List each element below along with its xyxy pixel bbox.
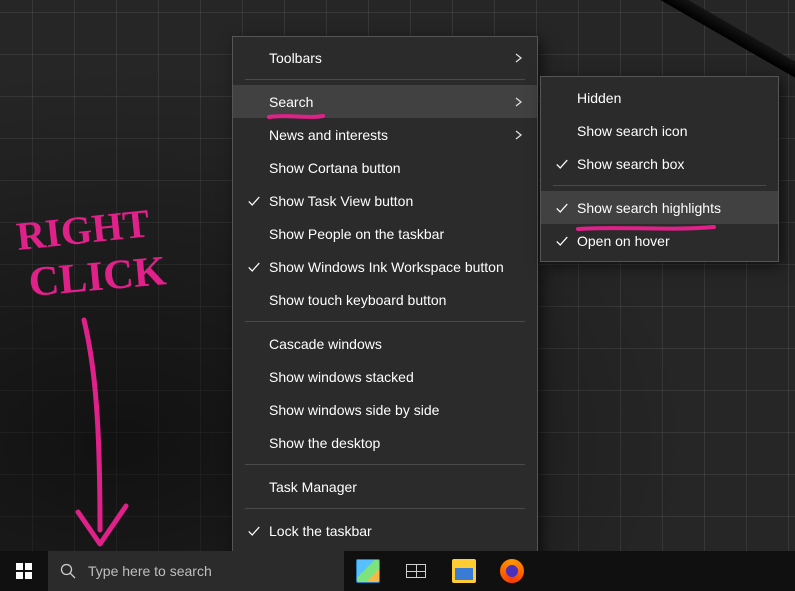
- check-icon: [243, 524, 265, 538]
- menu-item-search[interactable]: Search: [233, 85, 537, 118]
- check-icon: [551, 157, 573, 171]
- menu-item-label: Show windows side by side: [265, 402, 509, 418]
- photos-app-icon: [356, 559, 380, 583]
- menu-item-label: Show search highlights: [573, 200, 750, 216]
- check-icon: [551, 201, 573, 215]
- windows-logo-icon: [16, 563, 32, 579]
- menu-item-label: Show Task View button: [265, 193, 509, 209]
- menu-item-label: Show the desktop: [265, 435, 509, 451]
- menu-item-label: Cascade windows: [265, 336, 509, 352]
- menu-item-label: Lock the taskbar: [265, 523, 509, 539]
- taskbar-search-box[interactable]: Type here to search: [48, 551, 344, 591]
- menu-item-show-task-view-button[interactable]: Show Task View button: [233, 184, 537, 217]
- menu-item-label: Hidden: [573, 90, 750, 106]
- menu-item-open-on-hover[interactable]: Open on hover: [541, 224, 778, 257]
- menu-item-show-search-icon[interactable]: Show search icon: [541, 114, 778, 147]
- menu-item-label: Show Cortana button: [265, 160, 509, 176]
- menu-item-show-windows-ink-workspace-button[interactable]: Show Windows Ink Workspace button: [233, 250, 537, 283]
- start-button[interactable]: [0, 551, 48, 591]
- taskbar-app-explorer[interactable]: [440, 551, 488, 591]
- menu-item-show-cortana-button[interactable]: Show Cortana button: [233, 151, 537, 184]
- menu-item-show-windows-side-by-side[interactable]: Show windows side by side: [233, 393, 537, 426]
- menu-item-label: Show windows stacked: [265, 369, 509, 385]
- menu-item-label: Show search box: [573, 156, 750, 172]
- menu-item-label: Task Manager: [265, 479, 509, 495]
- menu-item-hidden[interactable]: Hidden: [541, 81, 778, 114]
- search-placeholder-text: Type here to search: [88, 563, 212, 579]
- chevron-right-icon: [509, 127, 523, 143]
- chevron-right-icon: [509, 94, 523, 110]
- file-explorer-icon: [452, 559, 476, 583]
- menu-item-show-touch-keyboard-button[interactable]: Show touch keyboard button: [233, 283, 537, 316]
- check-icon: [551, 234, 573, 248]
- menu-separator: [245, 508, 525, 509]
- task-view-icon: [406, 564, 426, 578]
- menu-item-cascade-windows[interactable]: Cascade windows: [233, 327, 537, 360]
- menu-separator: [245, 79, 525, 80]
- taskbar-app-firefox[interactable]: [488, 551, 536, 591]
- taskbar-task-view[interactable]: [392, 551, 440, 591]
- menu-item-toolbars[interactable]: Toolbars: [233, 41, 537, 74]
- menu-item-show-people-on-the-taskbar[interactable]: Show People on the taskbar: [233, 217, 537, 250]
- menu-item-label: Search: [265, 94, 509, 110]
- taskbar-pinned-apps: [344, 551, 536, 591]
- menu-item-news-and-interests[interactable]: News and interests: [233, 118, 537, 151]
- chevron-right-icon: [509, 50, 523, 66]
- firefox-icon: [500, 559, 524, 583]
- menu-item-label: Show search icon: [573, 123, 750, 139]
- menu-separator: [245, 464, 525, 465]
- menu-separator: [245, 321, 525, 322]
- menu-item-lock-the-taskbar[interactable]: Lock the taskbar: [233, 514, 537, 547]
- menu-separator: [553, 185, 766, 186]
- menu-item-show-windows-stacked[interactable]: Show windows stacked: [233, 360, 537, 393]
- search-icon: [60, 563, 76, 579]
- menu-item-show-the-desktop[interactable]: Show the desktop: [233, 426, 537, 459]
- menu-item-task-manager[interactable]: Task Manager: [233, 470, 537, 503]
- check-icon: [243, 194, 265, 208]
- menu-item-show-search-box[interactable]: Show search box: [541, 147, 778, 180]
- menu-item-label: Show People on the taskbar: [265, 226, 509, 242]
- menu-item-label: Toolbars: [265, 50, 509, 66]
- taskbar-app-photos[interactable]: [344, 551, 392, 591]
- search-submenu: Hidden Show search icon Show search box Sho…: [540, 76, 779, 262]
- menu-item-label: Show touch keyboard button: [265, 292, 509, 308]
- menu-item-label: News and interests: [265, 127, 509, 143]
- taskbar-context-menu: Toolbars Search News and interests Show Cor…: [232, 36, 538, 585]
- check-icon: [243, 260, 265, 274]
- menu-item-label: Show Windows Ink Workspace button: [265, 259, 509, 275]
- menu-item-show-search-highlights[interactable]: Show search highlights: [541, 191, 778, 224]
- menu-item-label: Open on hover: [573, 233, 750, 249]
- taskbar: Type here to search: [0, 551, 795, 591]
